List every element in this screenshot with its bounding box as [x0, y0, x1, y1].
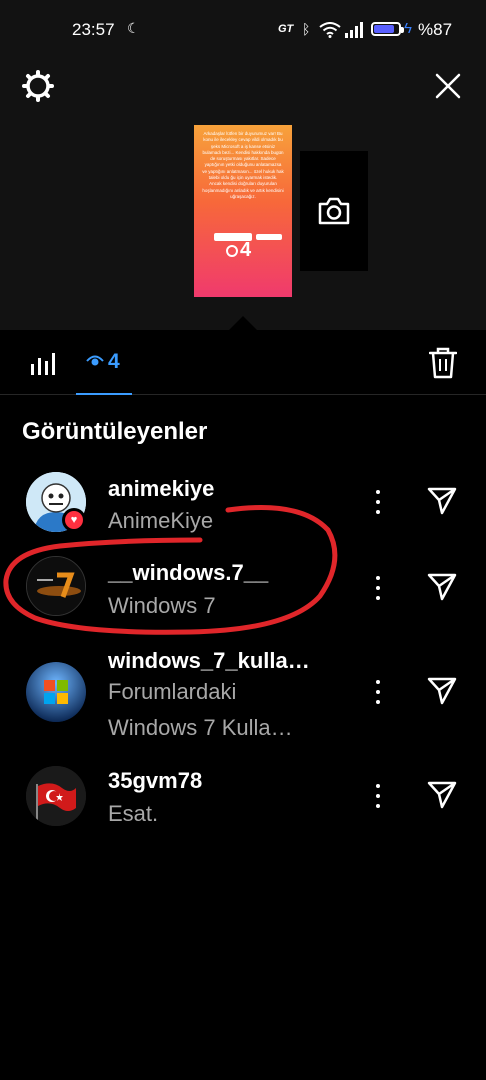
story-insights-tabs: 4 [0, 330, 486, 395]
settings-gear-icon[interactable] [22, 70, 54, 102]
insights-bar-chart-icon[interactable] [30, 350, 56, 376]
viewer-full-name: Windows 7 [108, 593, 216, 618]
send-message-icon[interactable] [426, 570, 458, 602]
avatar[interactable] [26, 662, 86, 722]
viewer-row[interactable]: windows_7_kulla… Forumlardaki Windows 7 … [0, 640, 486, 750]
avatar[interactable] [26, 556, 86, 616]
bluetooth-icon: ᛒ [302, 21, 311, 37]
viewer-full-name: AnimeKiye [108, 508, 214, 533]
viewers-count: 4 [108, 350, 120, 373]
viewer-row[interactable]: ♥ animekiye AnimeKiye [0, 470, 486, 546]
status-bar: 23:57 ☾ GT ᛒ ϟ %87 [0, 0, 486, 50]
send-message-icon[interactable] [426, 778, 458, 810]
close-icon[interactable] [433, 71, 463, 101]
story-text: Arkadaşlar lütfen bir duyurumuz var! Bu … [202, 131, 284, 199]
moon-icon: ☾ [127, 20, 140, 36]
trash-icon[interactable] [429, 347, 457, 379]
viewer-username[interactable]: windows_7_kulla… [108, 648, 310, 674]
viewer-username[interactable]: __windows.7__ [108, 560, 268, 586]
viewer-full-name-line2: Windows 7 Kulla… [108, 715, 293, 740]
story-thumbnail[interactable]: Arkadaşlar lütfen bir duyurumuz var! Bu … [194, 125, 292, 297]
more-options-icon[interactable] [370, 488, 386, 516]
story-views-count: 4 [240, 239, 252, 261]
send-message-icon[interactable] [426, 484, 458, 516]
more-options-icon[interactable] [370, 782, 386, 810]
camera-icon [318, 197, 350, 225]
status-time: 23:57 [72, 20, 115, 39]
wifi-icon [319, 22, 341, 38]
charging-bolt-icon: ϟ [404, 20, 412, 37]
signal-icon [345, 22, 363, 38]
eye-icon [86, 355, 104, 366]
viewer-row[interactable]: __windows.7__ Windows 7 [0, 556, 486, 632]
selected-story-pointer [229, 316, 257, 330]
viewer-row[interactable]: 35gvm78 Esat. [0, 760, 486, 836]
liked-heart-badge: ♥ [62, 508, 86, 532]
tab-viewers[interactable]: 4 [76, 330, 132, 395]
more-options-icon[interactable] [370, 678, 386, 706]
avatar[interactable] [26, 766, 86, 826]
viewers-section-title: Görüntüleyenler [22, 418, 208, 445]
battery-percent: %87 [418, 20, 453, 39]
viewer-username[interactable]: 35gvm78 [108, 768, 202, 794]
battery-icon [371, 22, 404, 36]
viewer-full-name: Esat. [108, 801, 159, 826]
active-tab-underline [76, 393, 132, 395]
story-link-sticker [256, 234, 282, 240]
more-options-icon[interactable] [370, 574, 386, 602]
gt-mode-label: GT [278, 23, 294, 35]
add-story-camera-tile[interactable] [300, 151, 368, 271]
viewer-username[interactable]: animekiye [108, 476, 214, 502]
heart-icon: ♥ [65, 511, 83, 529]
send-message-icon[interactable] [426, 674, 458, 706]
viewer-full-name-line1: Forumlardaki [108, 679, 237, 704]
story-eye-icon [226, 245, 238, 257]
